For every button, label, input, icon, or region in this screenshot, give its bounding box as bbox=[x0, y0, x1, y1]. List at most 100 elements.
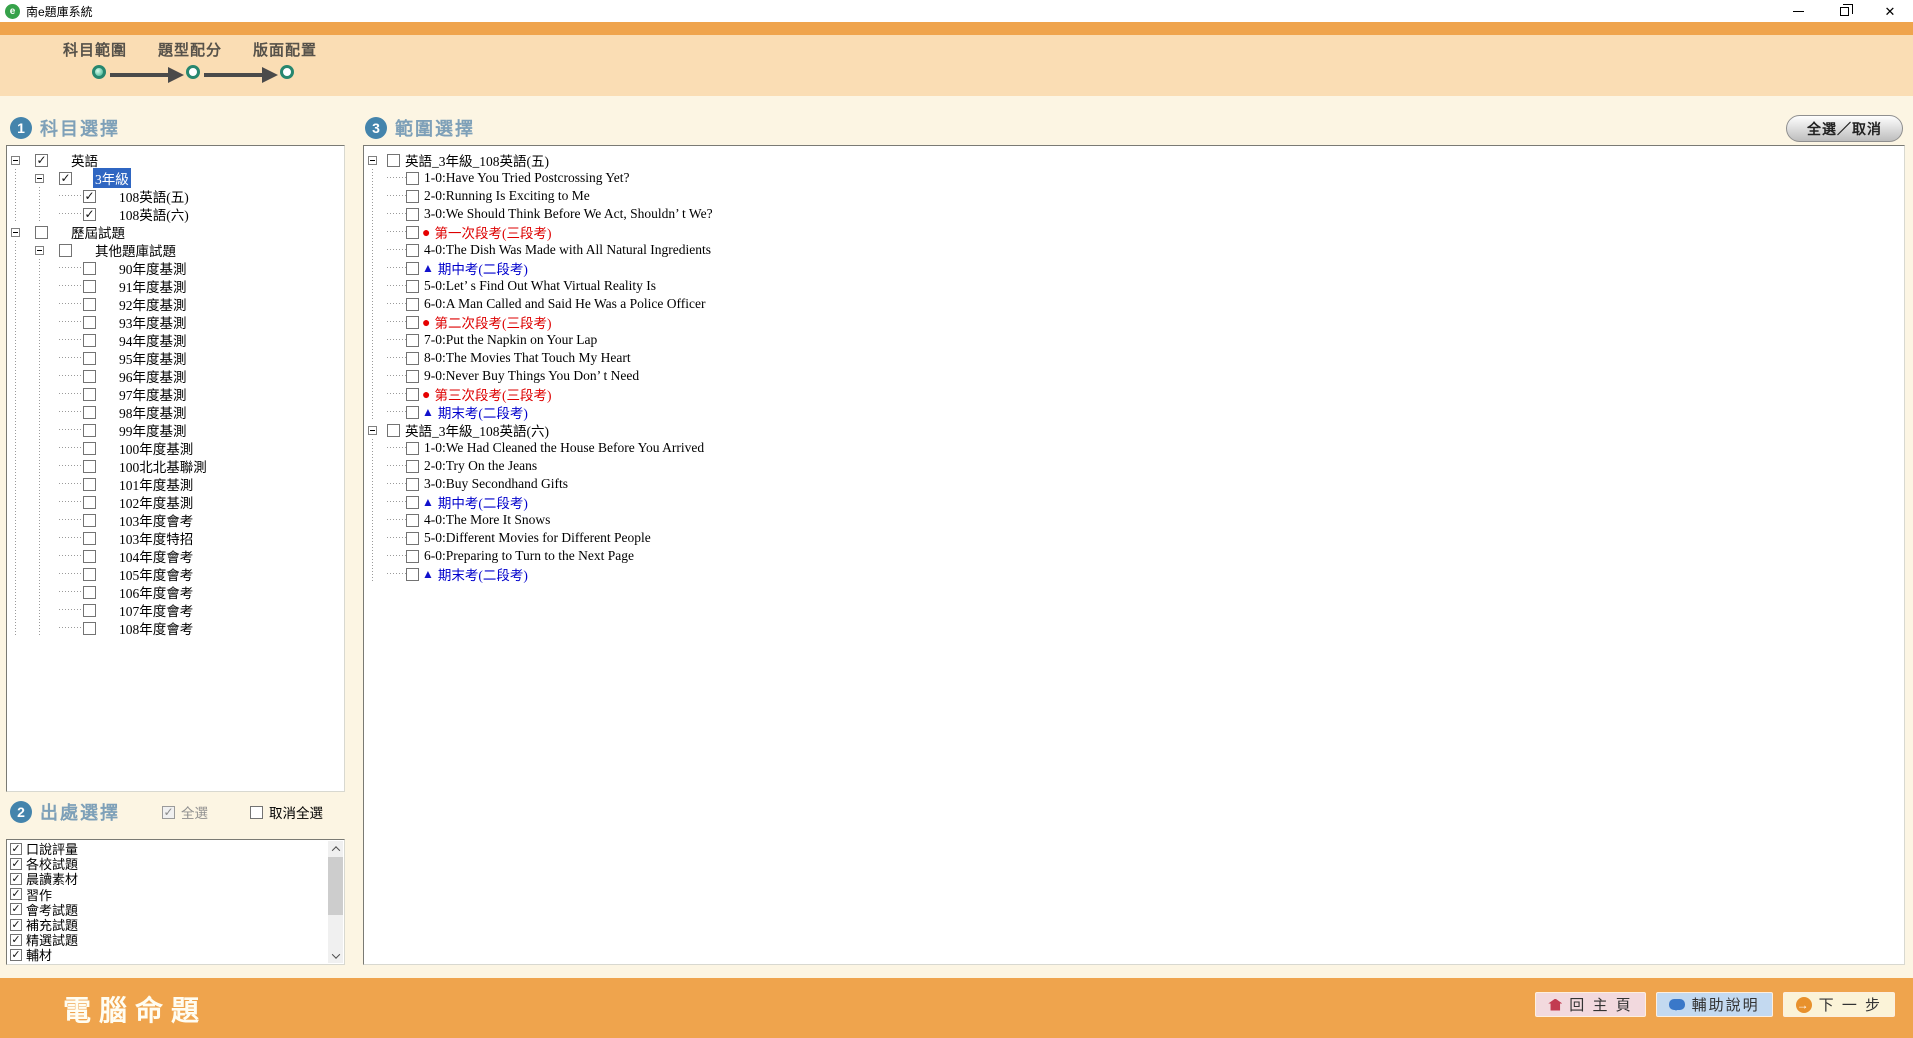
tree-node-label[interactable]: 9-0:Never Buy Things You Don’ t Need bbox=[422, 368, 641, 384]
tree-checkbox[interactable] bbox=[406, 388, 419, 401]
next-step-button[interactable]: → 下 一 步 bbox=[1783, 992, 1895, 1017]
list-item-checkbox[interactable]: ✓ bbox=[10, 873, 22, 885]
tree-checkbox[interactable]: ✓ bbox=[59, 172, 72, 185]
tree-checkbox[interactable] bbox=[83, 334, 96, 347]
tree-node-label[interactable]: 95年度基測 bbox=[117, 348, 189, 368]
tree-checkbox[interactable] bbox=[406, 370, 419, 383]
minimize-button[interactable] bbox=[1775, 0, 1821, 22]
tree-node-label[interactable]: 4-0:The Dish Was Made with All Natural I… bbox=[422, 242, 713, 258]
tree-checkbox[interactable] bbox=[406, 478, 419, 491]
tree-checkbox[interactable] bbox=[406, 190, 419, 203]
tree-checkbox[interactable] bbox=[35, 226, 48, 239]
tree-checkbox[interactable] bbox=[406, 568, 419, 581]
tree-checkbox[interactable] bbox=[83, 442, 96, 455]
tree-checkbox[interactable] bbox=[83, 406, 96, 419]
tree-checkbox[interactable] bbox=[83, 604, 96, 617]
tree-node-label[interactable]: 108英語(六) bbox=[117, 204, 191, 224]
tree-checkbox[interactable] bbox=[83, 568, 96, 581]
tree-checkbox[interactable] bbox=[83, 586, 96, 599]
tree-checkbox[interactable] bbox=[83, 496, 96, 509]
close-button[interactable]: ✕ bbox=[1867, 0, 1913, 22]
tree-checkbox[interactable] bbox=[406, 550, 419, 563]
tree-checkbox[interactable]: ✓ bbox=[35, 154, 48, 167]
list-item[interactable]: ✓精選試題 bbox=[8, 932, 344, 947]
tree-node-label[interactable]: 英語_3年級_108英語(五) bbox=[403, 150, 551, 170]
tree-node-label[interactable]: 4-0:The More It Snows bbox=[422, 512, 552, 528]
list-item[interactable]: ✓晨讀素材 bbox=[8, 871, 344, 886]
tree-node-label[interactable]: 6-0:A Man Called and Said He Was a Polic… bbox=[422, 296, 707, 312]
tree-node-label[interactable]: 英語 bbox=[69, 150, 100, 170]
tree-node-label[interactable]: 1-0:Have You Tried Postcrossing Yet? bbox=[422, 170, 632, 186]
restore-button[interactable] bbox=[1821, 0, 1867, 22]
tree-checkbox[interactable] bbox=[83, 550, 96, 563]
tree-node-label[interactable]: 其他題庫試題 bbox=[93, 240, 178, 260]
step-circle-1-active[interactable] bbox=[92, 65, 106, 79]
tree-checkbox[interactable] bbox=[83, 622, 96, 635]
tree-node-label[interactable]: 6-0:Preparing to Turn to the Next Page bbox=[422, 548, 636, 564]
scroll-down-button[interactable] bbox=[328, 948, 343, 963]
tree-expander-minus[interactable] bbox=[35, 174, 59, 183]
tree-checkbox[interactable] bbox=[406, 208, 419, 221]
tree-checkbox[interactable] bbox=[406, 514, 419, 527]
tree-checkbox[interactable] bbox=[83, 262, 96, 275]
tree-checkbox[interactable] bbox=[83, 370, 96, 383]
tree-node-label[interactable]: 99年度基測 bbox=[117, 420, 189, 440]
tree-checkbox[interactable] bbox=[406, 460, 419, 473]
tree-checkbox[interactable] bbox=[406, 226, 419, 239]
tree-node-label[interactable]: 102年度基測 bbox=[117, 492, 195, 512]
tree-checkbox[interactable] bbox=[406, 442, 419, 455]
list-item-checkbox[interactable]: ✓ bbox=[10, 858, 22, 870]
tree-node-label[interactable]: 期中考(二段考) bbox=[436, 492, 530, 512]
tree-checkbox[interactable] bbox=[83, 352, 96, 365]
tree-checkbox[interactable] bbox=[83, 460, 96, 473]
tree-node-label[interactable]: 107年度會考 bbox=[117, 600, 195, 620]
tree-node-label[interactable]: 100北北基聯測 bbox=[117, 456, 209, 476]
tree-node-label[interactable]: 歷屆試題 bbox=[69, 222, 127, 242]
tree-node-label[interactable]: 91年度基測 bbox=[117, 276, 189, 296]
select-all-toggle-button[interactable]: 全選／取消 bbox=[1786, 115, 1903, 142]
tree-checkbox[interactable] bbox=[387, 424, 400, 437]
tree-node-label[interactable]: 103年度會考 bbox=[117, 510, 195, 530]
list-item-checkbox[interactable]: ✓ bbox=[10, 888, 22, 900]
tree-expander-minus[interactable] bbox=[11, 156, 35, 165]
tree-checkbox[interactable] bbox=[406, 316, 419, 329]
tree-node-label[interactable]: 第二次段考(三段考) bbox=[432, 312, 553, 332]
tree-checkbox[interactable] bbox=[83, 316, 96, 329]
tree-node-label[interactable]: 93年度基測 bbox=[117, 312, 189, 332]
tree-node-label[interactable]: 5-0:Let’ s Find Out What Virtual Reality… bbox=[422, 278, 658, 294]
tree-checkbox[interactable] bbox=[406, 532, 419, 545]
tree-node-label[interactable]: 期末考(二段考) bbox=[436, 402, 530, 422]
tree-node-label[interactable]: 94年度基測 bbox=[117, 330, 189, 350]
tree-checkbox[interactable] bbox=[406, 406, 419, 419]
tree-checkbox[interactable]: ✓ bbox=[83, 208, 96, 221]
tree-node-label[interactable]: 7-0:Put the Napkin on Your Lap bbox=[422, 332, 599, 348]
tree-checkbox[interactable] bbox=[83, 280, 96, 293]
tree-checkbox[interactable]: ✓ bbox=[83, 190, 96, 203]
help-button[interactable]: 輔助說明 bbox=[1656, 992, 1773, 1017]
tree-node-label[interactable]: 105年度會考 bbox=[117, 564, 195, 584]
tree-expander-minus[interactable] bbox=[11, 228, 35, 237]
tree-checkbox[interactable] bbox=[406, 172, 419, 185]
tree-node-label[interactable]: 期末考(二段考) bbox=[436, 564, 530, 584]
list-item-checkbox[interactable]: ✓ bbox=[10, 843, 22, 855]
tree-node-label[interactable]: 98年度基測 bbox=[117, 402, 189, 422]
tree-checkbox[interactable] bbox=[406, 334, 419, 347]
tree-node-label[interactable]: 96年度基測 bbox=[117, 366, 189, 386]
tree-node-label[interactable]: 8-0:The Movies That Touch My Heart bbox=[422, 350, 633, 366]
tree-node-label[interactable]: 3-0:Buy Secondhand Gifts bbox=[422, 476, 570, 492]
list-item-checkbox[interactable]: ✓ bbox=[10, 934, 22, 946]
tree-node-label[interactable]: 108英語(五) bbox=[117, 186, 191, 206]
tree-node-label[interactable]: 3-0:We Should Think Before We Act, Shoul… bbox=[422, 206, 715, 222]
select-all-checkbox[interactable]: ✓ bbox=[162, 806, 175, 819]
tree-node-label[interactable]: 104年度會考 bbox=[117, 546, 195, 566]
tree-node-label[interactable]: 106年度會考 bbox=[117, 582, 195, 602]
scrollbar-thumb[interactable] bbox=[328, 857, 343, 915]
tree-checkbox[interactable] bbox=[406, 262, 419, 275]
tree-node-label[interactable]: 2-0:Running Is Exciting to Me bbox=[422, 188, 592, 204]
tree-node-label[interactable]: 第三次段考(三段考) bbox=[432, 384, 553, 404]
list-item-checkbox[interactable]: ✓ bbox=[10, 949, 22, 961]
list-item-checkbox[interactable]: ✓ bbox=[10, 919, 22, 931]
tree-checkbox[interactable] bbox=[83, 388, 96, 401]
list-item-checkbox[interactable]: ✓ bbox=[10, 903, 22, 915]
tree-node-label[interactable]: 108年度會考 bbox=[117, 618, 195, 638]
